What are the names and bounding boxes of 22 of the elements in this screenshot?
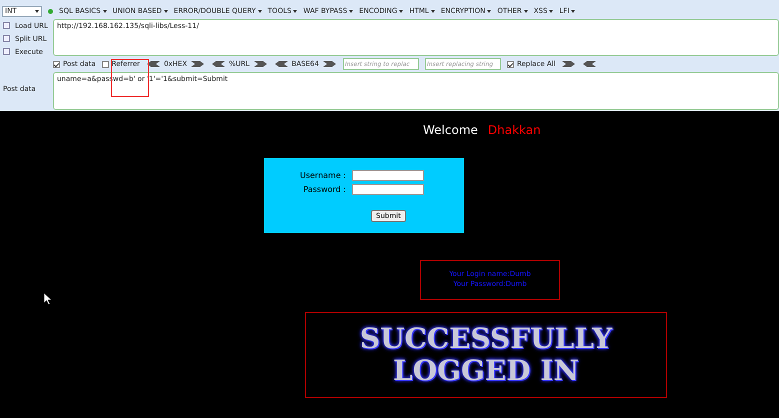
checkbox[interactable] [102,60,109,68]
welcome-text: Welcome [423,123,478,139]
arrow-icon[interactable] [562,60,576,68]
arrow-icon[interactable] [274,60,288,68]
username-label: Username : [298,171,347,180]
caret-icon [35,10,39,12]
banner-line: LOGGED IN [393,355,579,387]
cursor-icon [44,293,52,305]
arrow-icon[interactable] [322,60,337,68]
checkbox[interactable] [506,60,514,68]
arrow-icon[interactable] [211,60,226,68]
username-field[interactable] [352,170,424,181]
arrow-icon[interactable] [254,60,268,68]
password-field[interactable] [352,184,424,195]
user-name: Dhakkan [488,123,541,139]
arrow-icon[interactable] [146,60,160,68]
status-dot-icon [48,8,53,14]
arrow-icon[interactable] [582,60,596,68]
checkbox[interactable] [53,60,60,68]
banner-line: SUCCESSFULLY [360,323,612,355]
password-label: Password : [302,185,347,194]
arrow-icon[interactable] [191,60,206,68]
